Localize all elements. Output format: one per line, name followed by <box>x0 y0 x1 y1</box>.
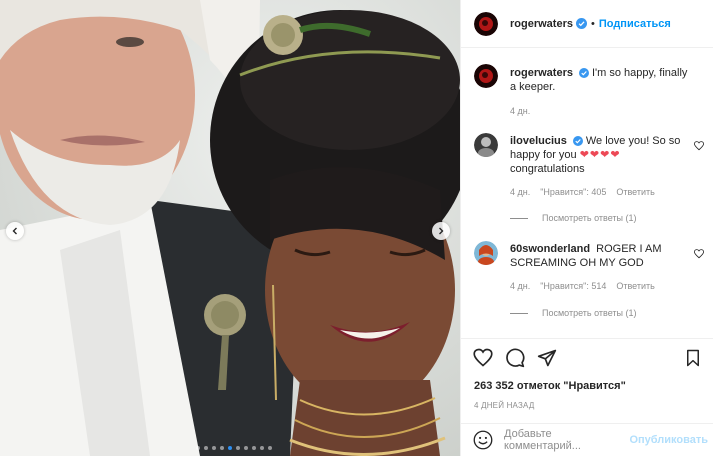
comment-time[interactable]: 4 дн. <box>510 281 530 291</box>
caption: rogerwaters I'm so happy, finally a keepe… <box>474 64 704 134</box>
emoji-icon[interactable] <box>473 430 493 450</box>
carousel-dot <box>268 446 272 450</box>
carousel-dot <box>260 446 264 450</box>
carousel-dot <box>220 446 224 450</box>
author-username[interactable]: rogerwaters <box>510 18 573 30</box>
comment-item: ilovelucius We love you! So so happy for … <box>474 133 704 233</box>
view-replies-button[interactable]: Посмотреть ответы (1) <box>510 213 637 223</box>
like-comment-heart-icon[interactable] <box>694 141 704 151</box>
heart-icon[interactable] <box>473 348 493 368</box>
caption-meta: 4 дн. <box>510 106 530 116</box>
comment-username[interactable]: ilovelucius <box>510 135 567 147</box>
author-avatar[interactable] <box>474 64 498 88</box>
comment-likes[interactable]: "Нравится": 514 <box>540 281 606 291</box>
avatar-image <box>474 11 498 36</box>
bookmark-icon[interactable] <box>684 349 702 367</box>
verified-badge-icon <box>575 18 587 29</box>
reply-button[interactable]: Ответить <box>616 281 654 291</box>
comment-meta: 4 дн. "Нравится": 514 Ответить <box>510 281 655 291</box>
chevron-right-icon <box>439 227 444 235</box>
view-replies-label: Посмотреть ответы (1) <box>542 308 637 318</box>
publish-button[interactable]: Опубликовать <box>629 434 708 446</box>
comment-meta: 4 дн. "Нравится": 405 Ответить <box>510 187 655 197</box>
author-avatar[interactable] <box>474 11 498 36</box>
comment-likes[interactable]: "Нравится": 405 <box>540 187 606 197</box>
post-timestamp[interactable]: 4 ДНЕЙ НАЗАД <box>474 401 534 410</box>
carousel-dot <box>244 446 248 450</box>
verified-badge-icon <box>578 68 589 78</box>
post-photo <box>0 0 460 456</box>
reply-button[interactable]: Ответить <box>616 187 654 197</box>
post-header: rogerwaters • Подписаться <box>461 0 713 48</box>
comment-item: 60swonderland ROGER I AM SCREAMING OH MY… <box>474 241 704 331</box>
chevron-left-icon <box>12 227 17 235</box>
carousel-dot <box>204 446 208 450</box>
comment-emoji: ❤❤❤❤ <box>579 149 621 161</box>
verified-badge-icon <box>572 136 583 146</box>
avatar-image <box>474 241 498 265</box>
next-slide-button[interactable] <box>432 222 450 240</box>
commenter-avatar[interactable] <box>474 241 498 265</box>
replies-line <box>510 217 528 219</box>
comment-time[interactable]: 4 дн. <box>510 187 530 197</box>
view-replies-label: Посмотреть ответы (1) <box>542 213 637 223</box>
like-comment-heart-icon[interactable] <box>694 249 704 259</box>
caption-time[interactable]: 4 дн. <box>510 106 530 116</box>
post-actions <box>461 338 713 376</box>
comment-input[interactable]: Добавьте комментарий... <box>504 428 629 452</box>
carousel-dot-active <box>228 446 232 450</box>
avatar-image <box>474 64 498 88</box>
carousel-dot <box>236 446 240 450</box>
follow-button[interactable]: Подписаться <box>599 18 671 30</box>
likes-count[interactable]: 263 352 отметок "Нравится" <box>474 380 626 392</box>
carousel-dot <box>252 446 256 450</box>
view-replies-button[interactable]: Посмотреть ответы (1) <box>510 308 637 318</box>
avatar-image <box>474 133 498 157</box>
wedding-photo-image <box>0 0 460 456</box>
carousel-dot <box>196 446 200 450</box>
commenter-avatar[interactable] <box>474 133 498 157</box>
post-details-panel: rogerwaters • Подписаться rogerwaters I'… <box>460 0 713 456</box>
add-comment-bar: Добавьте комментарий... Опубликовать <box>461 423 713 456</box>
comment-text-continued: congratulations <box>510 163 585 175</box>
comment-icon[interactable] <box>505 348 525 368</box>
follow-separator: • <box>590 17 595 30</box>
comment-username[interactable]: 60swonderland <box>510 243 590 255</box>
share-icon[interactable] <box>537 348 557 368</box>
carousel-dot <box>212 446 216 450</box>
replies-line <box>510 312 528 314</box>
caption-username[interactable]: rogerwaters <box>510 67 573 79</box>
previous-slide-button[interactable] <box>6 222 24 240</box>
carousel-indicator <box>196 446 272 450</box>
